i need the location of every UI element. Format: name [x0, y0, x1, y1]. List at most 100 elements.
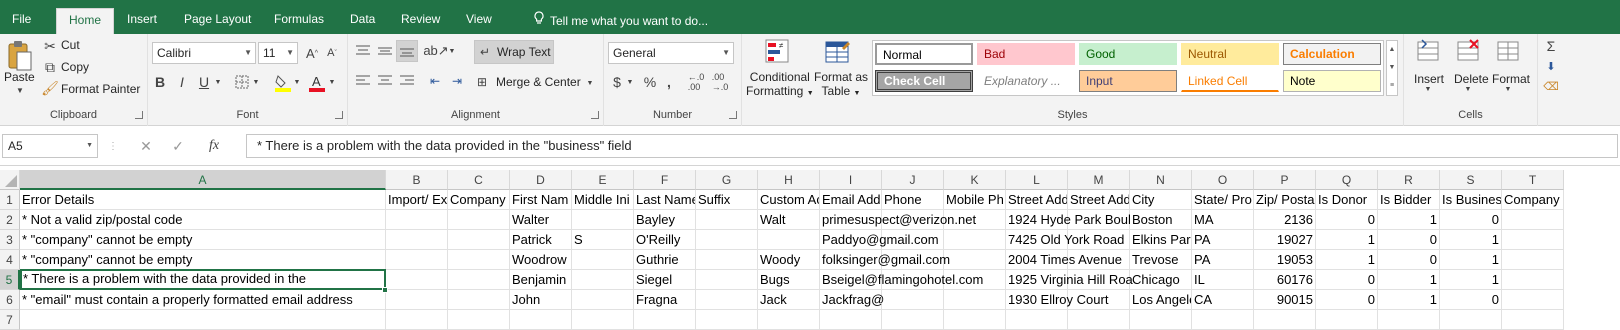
grid-cell[interactable]	[758, 230, 820, 250]
grid-cell[interactable]	[1192, 310, 1254, 330]
grid-cell[interactable]: 1	[1440, 270, 1502, 290]
grid-cell[interactable]	[386, 310, 448, 330]
chevron-down-icon[interactable]: ▼	[626, 72, 634, 92]
chevron-down-icon[interactable]: ▼	[214, 72, 222, 92]
row-header-1[interactable]: 1	[0, 190, 20, 210]
grid-cell[interactable]: 0	[1316, 290, 1378, 310]
align-left-icon[interactable]	[354, 72, 372, 90]
grid-cell[interactable]: Chicago	[1130, 270, 1192, 290]
grid-cell[interactable]	[1254, 310, 1316, 330]
grid-cell[interactable]	[386, 210, 448, 230]
tab-home[interactable]: Home	[56, 8, 115, 35]
wrap-text-button[interactable]: ↵ Wrap Text	[474, 40, 554, 64]
name-box[interactable]: A5 ▼	[2, 134, 98, 158]
grid-cell[interactable]: Walter	[510, 210, 572, 230]
grid-cell[interactable]	[1068, 310, 1130, 330]
grid-cell[interactable]: 1	[1378, 270, 1440, 290]
grid-cell[interactable]: Is Busines	[1440, 190, 1502, 210]
tab-page-layout[interactable]: Page Layout	[184, 8, 251, 34]
clipboard-launcher-icon[interactable]	[135, 111, 143, 119]
align-middle-icon[interactable]	[376, 42, 394, 60]
font-color-icon[interactable]: A	[308, 72, 326, 94]
grid-cell[interactable]: Bayley	[634, 210, 696, 230]
grid-cell[interactable]: Trevose	[1130, 250, 1192, 270]
grid-cell[interactable]: 19027	[1254, 230, 1316, 250]
grid-cell[interactable]	[572, 250, 634, 270]
grid-cell[interactable]: * "email" must contain a properly format…	[20, 290, 386, 310]
chevron-down-icon[interactable]: ▼	[586, 76, 594, 90]
grid-cell[interactable]	[696, 250, 758, 270]
grid-cell[interactable]: 1	[1316, 230, 1378, 250]
grid-cell[interactable]: Walt	[758, 210, 820, 230]
fill-color-icon[interactable]	[274, 72, 292, 94]
grid-cell[interactable]: O'Reilly	[634, 230, 696, 250]
column-header-g[interactable]: G	[696, 170, 758, 190]
decrease-decimal-icon[interactable]: .00 →.0	[710, 72, 730, 92]
column-header-n[interactable]: N	[1130, 170, 1192, 190]
grid-cell[interactable]	[882, 310, 944, 330]
column-header-c[interactable]: C	[448, 170, 510, 190]
column-header-j[interactable]: J	[882, 170, 944, 190]
tab-review[interactable]: Review	[401, 8, 440, 34]
grid-cell[interactable]: S	[572, 230, 634, 250]
delete-cells-icon[interactable]	[1456, 38, 1482, 64]
grid-cell[interactable]: 0	[1316, 270, 1378, 290]
formula-bar-grip-icon[interactable]: ⋮	[108, 138, 118, 154]
chevron-down-icon[interactable]: ▼	[328, 72, 336, 92]
merge-center-icon[interactable]: ⊞	[474, 74, 490, 90]
grid-cell[interactable]: 60176	[1254, 270, 1316, 290]
grid-cell[interactable]: 1	[1316, 250, 1378, 270]
grid-cell[interactable]: Mobile Ph	[944, 190, 1006, 210]
grid-cell[interactable]	[696, 310, 758, 330]
grid-cell[interactable]	[448, 230, 510, 250]
cell-style-note[interactable]: Note	[1283, 70, 1381, 92]
grid-cell[interactable]	[634, 310, 696, 330]
grid-cell[interactable]	[820, 310, 882, 330]
grid-cell[interactable]: City	[1130, 190, 1192, 210]
cancel-icon[interactable]: ✕	[138, 136, 154, 156]
grid-cell[interactable]: Woody	[758, 250, 820, 270]
grid-cell[interactable]: PA	[1192, 250, 1254, 270]
clear-icon[interactable]: ⌫	[1543, 78, 1559, 94]
borders-icon[interactable]	[234, 72, 250, 92]
grid-cell[interactable]: 19053	[1254, 250, 1316, 270]
currency-button[interactable]: $	[610, 72, 624, 92]
tell-me-box[interactable]: Tell me what you want to do...	[533, 8, 708, 34]
grid-cell[interactable]	[386, 250, 448, 270]
paste-icon[interactable]	[6, 40, 34, 72]
grid-cell[interactable]	[944, 230, 1006, 250]
grid-cell[interactable]: Boston	[1130, 210, 1192, 230]
column-header-h[interactable]: H	[758, 170, 820, 190]
grid-cell[interactable]: Email Add	[820, 190, 882, 210]
grid-cell[interactable]: Error Details	[20, 190, 386, 210]
grid-cell[interactable]: Company	[1502, 190, 1564, 210]
grid-cell[interactable]: Custom Ac	[758, 190, 820, 210]
grid-cell[interactable]	[1130, 310, 1192, 330]
enter-icon[interactable]: ✓	[170, 136, 186, 156]
grid-cell[interactable]	[1502, 270, 1564, 290]
cell-style-explanatory[interactable]: Explanatory ...	[977, 70, 1075, 92]
font-name-dropdown[interactable]: Calibri ▼	[152, 42, 256, 64]
grid-cell[interactable]: 1925 Virginia Hill Roa	[1006, 270, 1133, 290]
column-header-l[interactable]: L	[1006, 170, 1068, 190]
decrease-font-icon[interactable]: Aˇ	[324, 44, 340, 62]
grid-cell[interactable]: 1	[1378, 290, 1440, 310]
italic-button[interactable]: I	[174, 72, 190, 92]
increase-decimal-icon[interactable]: ←.0.00	[686, 72, 706, 92]
increase-indent-icon[interactable]: ⇥	[448, 72, 466, 90]
column-header-b[interactable]: B	[386, 170, 448, 190]
column-header-p[interactable]: P	[1254, 170, 1316, 190]
grid-cell[interactable]: 0	[1378, 230, 1440, 250]
cell-style-input[interactable]: Input	[1079, 70, 1177, 92]
format-painter-button[interactable]: Format Painter	[61, 82, 140, 96]
insert-button[interactable]: Insert	[1414, 72, 1444, 86]
tab-view[interactable]: View	[466, 8, 492, 34]
tab-data[interactable]: Data	[350, 8, 375, 34]
grid-cell[interactable]: Street Add	[1006, 190, 1068, 210]
active-cell[interactable]: * There is a problem with the data provi…	[20, 269, 386, 290]
grid-cell[interactable]	[386, 270, 448, 290]
chevron-down-icon[interactable]: ▼	[293, 72, 301, 92]
grid-cell[interactable]	[572, 210, 634, 230]
chevron-down-icon[interactable]: ▼	[1504, 86, 1512, 93]
grid-cell[interactable]: State/ Pro	[1192, 190, 1254, 210]
